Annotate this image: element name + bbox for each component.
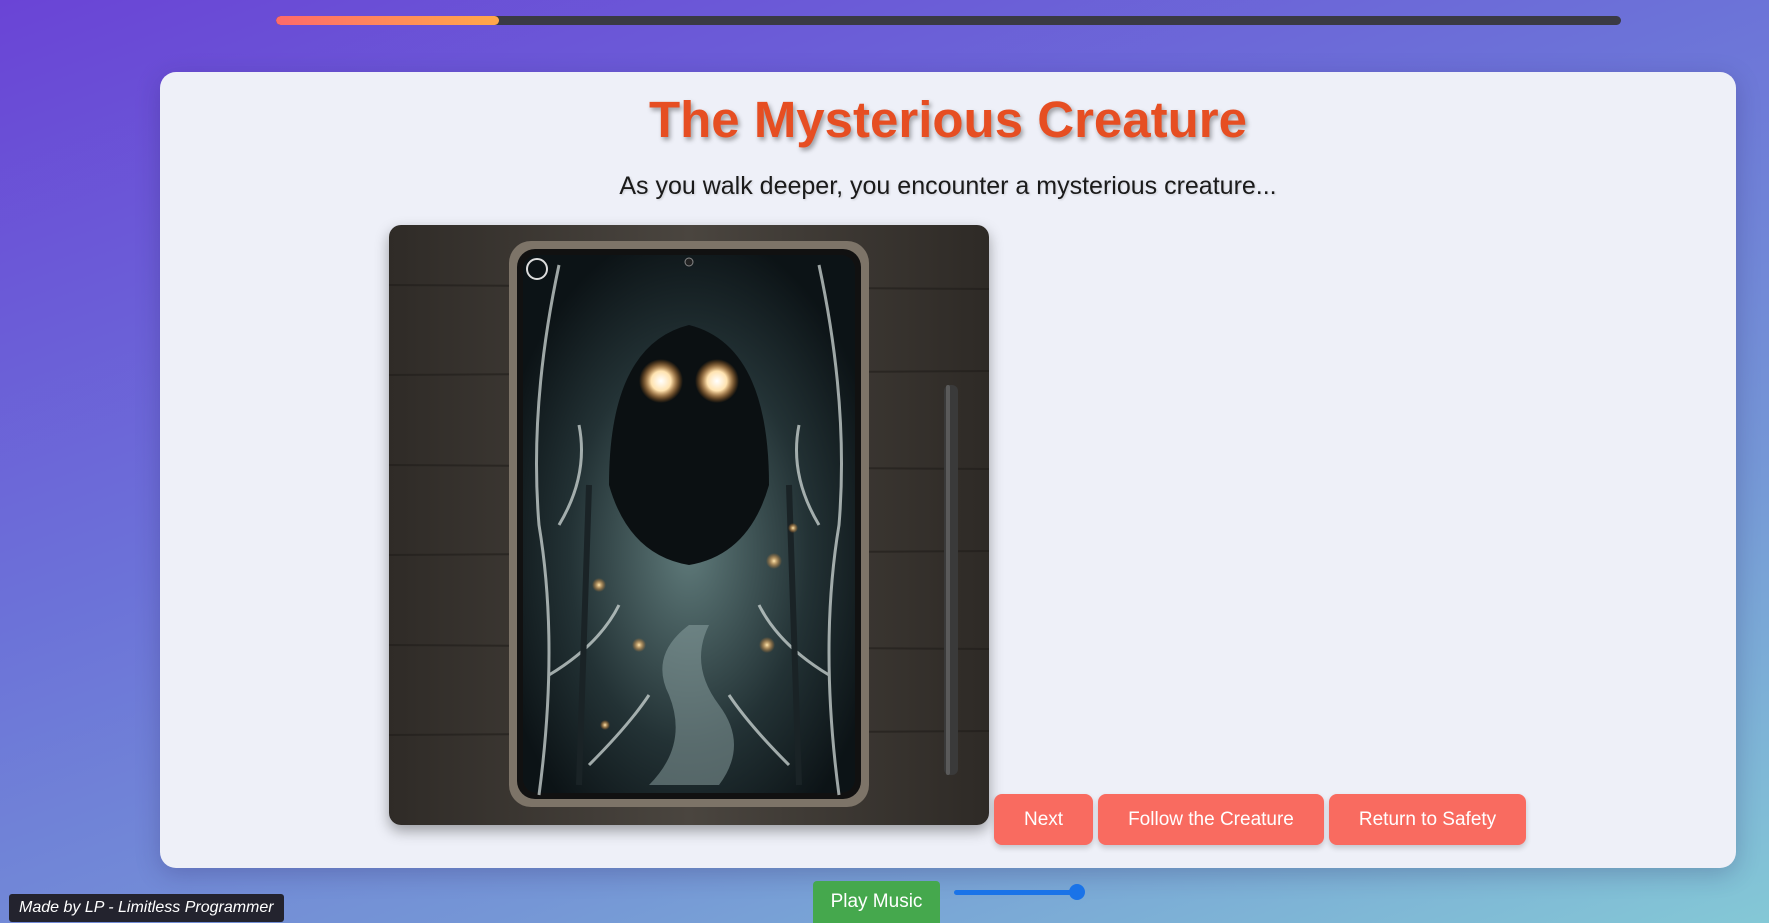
credit-label: Made by LP - Limitless Programmer	[9, 894, 284, 922]
volume-thumb[interactable]	[1069, 884, 1085, 900]
play-music-button[interactable]: Play Music	[813, 881, 940, 923]
next-button[interactable]: Next	[994, 794, 1094, 845]
return-to-safety-button[interactable]: Return to Safety	[1328, 794, 1527, 845]
scene-image	[389, 225, 989, 825]
story-title: The Mysterious Creature	[648, 91, 1247, 148]
volume-track[interactable]	[954, 890, 1077, 895]
volume-slider[interactable]	[954, 884, 1085, 900]
story-card: The Mysterious Creature As you walk deep…	[160, 72, 1736, 868]
story-progress-bar	[276, 16, 1621, 25]
story-text: As you walk deeper, you encounter a myst…	[619, 172, 1277, 200]
story-progress-fill	[276, 16, 500, 25]
follow-creature-button[interactable]: Follow the Creature	[1098, 794, 1324, 845]
choice-buttons: Next Follow the Creature Return to Safet…	[994, 794, 1527, 845]
